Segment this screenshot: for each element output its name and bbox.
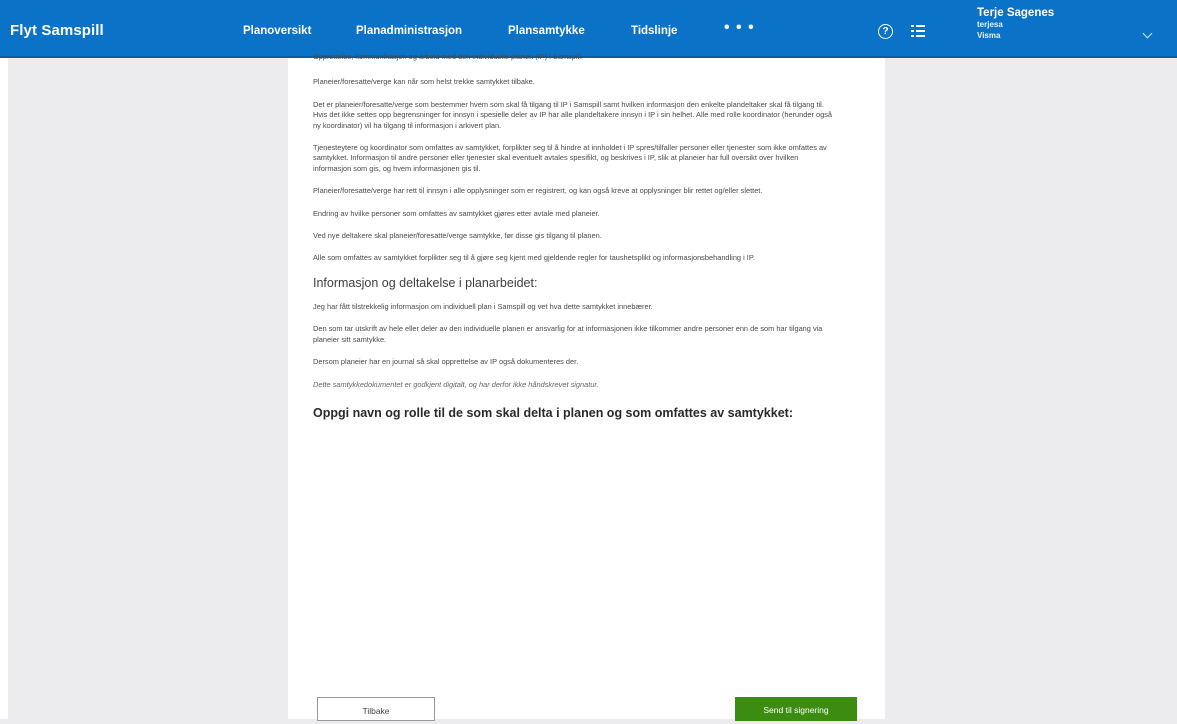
document-text-cut: Opprettelse, kommunikasjon og arbeid med…: [313, 52, 583, 61]
document-paragraph: Ved nye deltakere skal planeier/foresatt…: [313, 231, 602, 241]
left-edge-panel: [0, 58, 8, 719]
user-organization: Visma: [977, 31, 1001, 40]
document-content: Opprettelse, kommunikasjon og arbeid med…: [313, 52, 833, 420]
nav-planoversikt[interactable]: Planoversikt: [243, 25, 311, 37]
user-name: Terje Sagenes: [977, 7, 1055, 19]
consent-document: Opprettelse, kommunikasjon og arbeid med…: [288, 52, 885, 719]
send-for-signing-button[interactable]: Send til signering: [735, 697, 857, 721]
section-paragraph: Den som tar utskrift av hele eller deler…: [313, 324, 823, 344]
document-paragraph: Tjenesteytere og koordinator som omfatte…: [313, 143, 827, 173]
help-icon[interactable]: ?: [878, 24, 893, 39]
chevron-down-icon[interactable]: [1142, 28, 1153, 39]
nav-more-menu[interactable]: • • •: [724, 19, 755, 37]
list-icon[interactable]: [911, 24, 925, 38]
section-heading: Informasjon og deltakelse i planarbeidet…: [313, 275, 538, 290]
back-button[interactable]: Tilbake: [317, 697, 435, 721]
nav-tidslinje[interactable]: Tidslinje: [631, 25, 677, 37]
section-paragraph: Dersom planeier har en journal så skal o…: [313, 357, 579, 367]
app-brand[interactable]: Flyt Samspill: [10, 22, 104, 39]
document-paragraph: Alle som omfattes av samtykket forplikte…: [313, 253, 755, 263]
document-paragraph: Endring av hvilke personer som omfattes …: [313, 208, 600, 218]
nav-plansamtykke[interactable]: Plansamtykke: [508, 25, 585, 37]
user-username: terjesa: [977, 20, 1003, 29]
document-paragraph: Planeier/foresatte/verge kan når som hel…: [313, 77, 535, 87]
digital-signature-note: Dette samtykkedokumentet er godkjent dig…: [313, 379, 599, 389]
document-paragraph: Planeier/foresatte/verge har rett til in…: [313, 186, 763, 196]
document-paragraph: Det er planeier/foresatte/verge som best…: [313, 99, 833, 130]
participants-heading: Oppgi navn og rolle til de som skal delt…: [313, 405, 793, 420]
nav-planadministrasjon[interactable]: Planadministrasjon: [356, 25, 462, 37]
section-paragraph: Jeg har fått tilstrekkelig informasjon o…: [313, 301, 653, 311]
user-menu[interactable]: Terje Sagenes terjesa Visma: [977, 7, 1055, 41]
top-navigation-bar: Flyt Samspill Planoversikt Planadministr…: [0, 0, 1177, 58]
